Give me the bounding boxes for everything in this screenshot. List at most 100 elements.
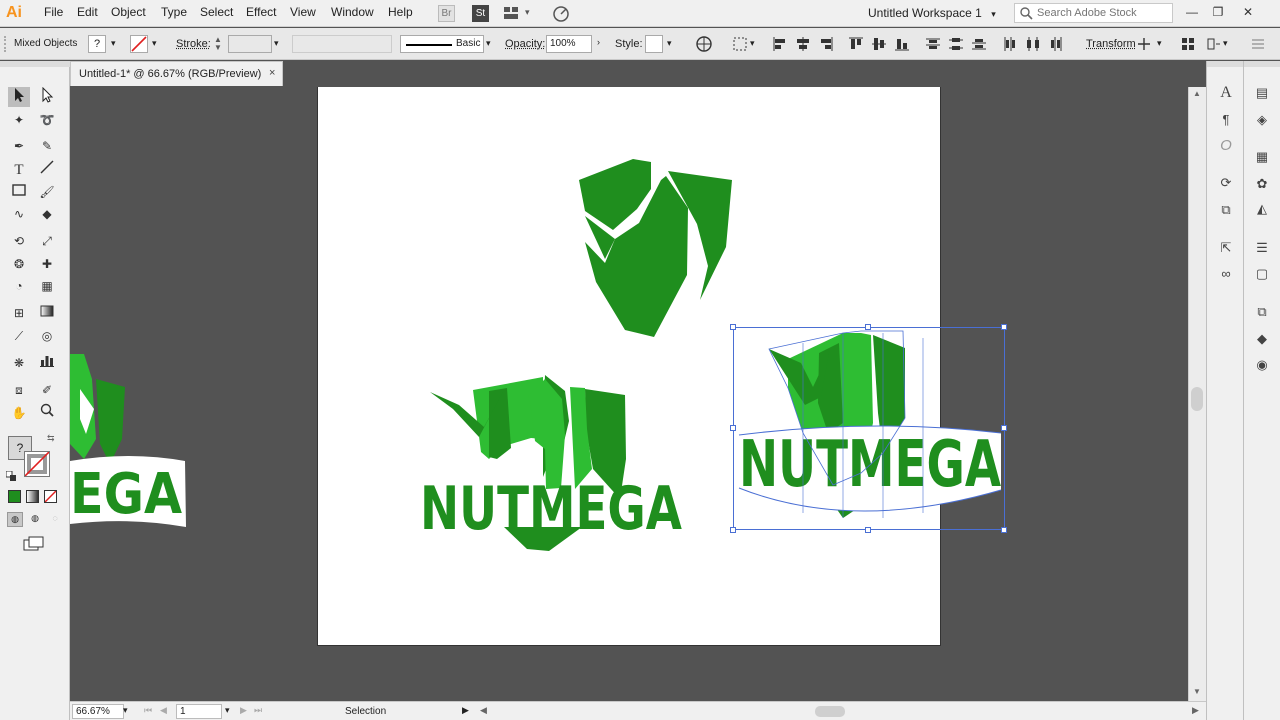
edit-contents-icon[interactable] <box>1205 36 1221 52</box>
color-guide-panel-icon[interactable]: ◈ <box>1251 110 1273 130</box>
arrange-documents-icon[interactable] <box>503 6 519 20</box>
menu-select[interactable]: Select <box>200 5 233 19</box>
recolor-artwork-icon[interactable] <box>696 36 712 52</box>
distribute-bottom-icon[interactable] <box>971 36 987 52</box>
minimize-button[interactable]: — <box>1180 2 1204 22</box>
grip-handle[interactable] <box>4 36 7 52</box>
stock-icon[interactable]: St <box>472 5 489 22</box>
resize-handle[interactable] <box>730 425 736 431</box>
distribute-right-icon[interactable] <box>1048 36 1064 52</box>
menu-file[interactable]: File <box>44 5 63 19</box>
graphic-style-swatch[interactable] <box>645 35 663 53</box>
mesh-tool-icon[interactable]: ⊞ <box>8 303 30 323</box>
default-fill-stroke-icon[interactable] <box>6 471 16 481</box>
close-window-button[interactable]: ✕ <box>1236 2 1260 22</box>
chevron-down-icon[interactable]: ▾ <box>152 38 157 49</box>
graphic-styles-panel-icon[interactable]: ⧉ <box>1215 200 1237 220</box>
isolate-group-icon[interactable] <box>1136 36 1152 52</box>
zoom-tool-icon[interactable] <box>36 403 58 423</box>
chevron-down-icon[interactable]: ▾ <box>1157 38 1162 49</box>
chevron-down-icon[interactable]: ▾ <box>750 38 755 49</box>
draw-behind-icon[interactable]: ◍ <box>27 512 43 527</box>
shape-builder-tool-icon[interactable]: ◔ <box>8 276 30 296</box>
fill-swatch[interactable]: ? <box>88 35 106 53</box>
magic-wand-tool-icon[interactable]: ✦ <box>8 110 30 130</box>
align-horizontal-center-icon[interactable] <box>795 36 811 52</box>
line-segment-tool-icon[interactable] <box>36 160 58 180</box>
previous-artboard-icon[interactable]: ◀ <box>160 705 167 716</box>
resize-handle[interactable] <box>1001 425 1007 431</box>
color-panel-icon[interactable]: ▤ <box>1251 83 1273 103</box>
distribute-vertical-center-icon[interactable] <box>948 36 964 52</box>
chevron-down-icon[interactable]: ▾ <box>274 38 279 49</box>
eraser-tool-icon[interactable]: ◆ <box>36 204 58 224</box>
close-tab-icon[interactable]: × <box>269 67 275 79</box>
align-to-icon[interactable] <box>732 36 748 52</box>
restore-button[interactable]: ❐ <box>1206 2 1230 22</box>
hand-tool-icon[interactable]: ✋ <box>8 403 30 423</box>
bridge-icon[interactable]: Br <box>438 5 455 22</box>
artboard-tool-icon[interactable]: ⧈ <box>8 380 30 400</box>
swap-fill-stroke-icon[interactable]: ⇆ <box>47 433 55 444</box>
align-top-icon[interactable] <box>848 36 864 52</box>
opacity-input[interactable]: 100% <box>546 35 592 53</box>
stroke-weight-stepper[interactable]: ▲ ▼ <box>214 36 222 52</box>
paragraph-panel-icon[interactable]: ¶ <box>1215 110 1237 130</box>
logo-nutmega-left-partial[interactable]: EGA <box>70 349 190 529</box>
gradient-panel-icon[interactable]: ◭ <box>1251 199 1273 219</box>
chevron-down-icon[interactable]: ▾ <box>667 38 672 49</box>
menu-object[interactable]: Object <box>111 5 146 19</box>
warp-tool-icon[interactable]: ❂ <box>8 254 30 274</box>
symbol-sprayer-tool-icon[interactable]: ❋ <box>8 353 30 373</box>
menu-help[interactable]: Help <box>388 5 413 19</box>
transform-link[interactable]: Transform <box>1086 38 1136 50</box>
color-mode-icon[interactable] <box>8 490 21 503</box>
selection-tool-icon[interactable] <box>8 87 30 107</box>
resize-handle[interactable] <box>730 527 736 533</box>
first-artboard-icon[interactable]: ⏮ <box>144 705 152 716</box>
search-stock-field[interactable] <box>1014 3 1173 23</box>
curvature-tool-icon[interactable]: ✎ <box>36 136 58 156</box>
gradient-tool-icon[interactable] <box>36 303 58 323</box>
align-bottom-icon[interactable] <box>894 36 910 52</box>
export-panel-icon[interactable]: ⇱ <box>1215 238 1237 258</box>
logo-nutmega-middle[interactable]: NUTMEGA <box>415 369 690 559</box>
menu-type[interactable]: Type <box>161 5 187 19</box>
resize-handle[interactable] <box>1001 527 1007 533</box>
opentype-panel-icon[interactable]: O <box>1215 136 1237 156</box>
chevron-down-icon[interactable]: ▾ <box>486 38 491 49</box>
gpu-performance-icon[interactable] <box>552 5 570 23</box>
last-artboard-icon[interactable]: ⏭ <box>254 705 262 716</box>
distribute-left-icon[interactable] <box>1002 36 1018 52</box>
pen-tool-icon[interactable]: ✒ <box>8 136 30 156</box>
transparency-panel-icon[interactable]: ▢ <box>1251 264 1273 284</box>
distribute-horizontal-center-icon[interactable] <box>1025 36 1041 52</box>
stroke-panel-icon[interactable]: ☰ <box>1251 238 1273 258</box>
selection-bounding-box[interactable] <box>733 327 1005 530</box>
links-panel-icon[interactable]: ∞ <box>1215 264 1237 284</box>
logo-shield-top[interactable] <box>575 159 740 341</box>
appearance-panel-icon[interactable]: ⧉ <box>1251 302 1273 322</box>
stroke-weight-input[interactable] <box>228 35 272 53</box>
stroke-swatch[interactable] <box>130 35 148 53</box>
eyedropper-tool-icon[interactable]: ⟋ <box>8 326 30 346</box>
blend-tool-icon[interactable]: ◎ <box>36 326 58 346</box>
direct-selection-tool-icon[interactable] <box>36 87 58 107</box>
rotate-tool-icon[interactable]: ⟲ <box>8 231 30 251</box>
search-input[interactable] <box>1037 7 1169 19</box>
vertical-scrollbar[interactable]: ▲ ▼ <box>1188 87 1206 701</box>
draw-inside-icon[interactable]: ◌ <box>47 512 63 527</box>
none-mode-icon[interactable] <box>44 490 57 503</box>
stroke-label[interactable]: Stroke: <box>176 38 211 50</box>
scroll-left-icon[interactable]: ◀ <box>480 705 487 716</box>
draw-normal-icon[interactable]: ◍ <box>7 512 23 527</box>
variable-width-profile[interactable] <box>292 35 392 53</box>
chevron-down-icon[interactable]: ▾ <box>111 38 116 49</box>
chevron-down-icon[interactable]: ▾ <box>225 705 230 716</box>
brushes-panel-icon[interactable]: ✿ <box>1251 174 1273 194</box>
brush-definition[interactable]: Basic <box>400 35 484 53</box>
resize-handle[interactable] <box>730 324 736 330</box>
select-similar-icon[interactable] <box>1180 36 1196 52</box>
lasso-tool-icon[interactable]: ➰ <box>36 110 58 130</box>
align-vertical-center-icon[interactable] <box>871 36 887 52</box>
